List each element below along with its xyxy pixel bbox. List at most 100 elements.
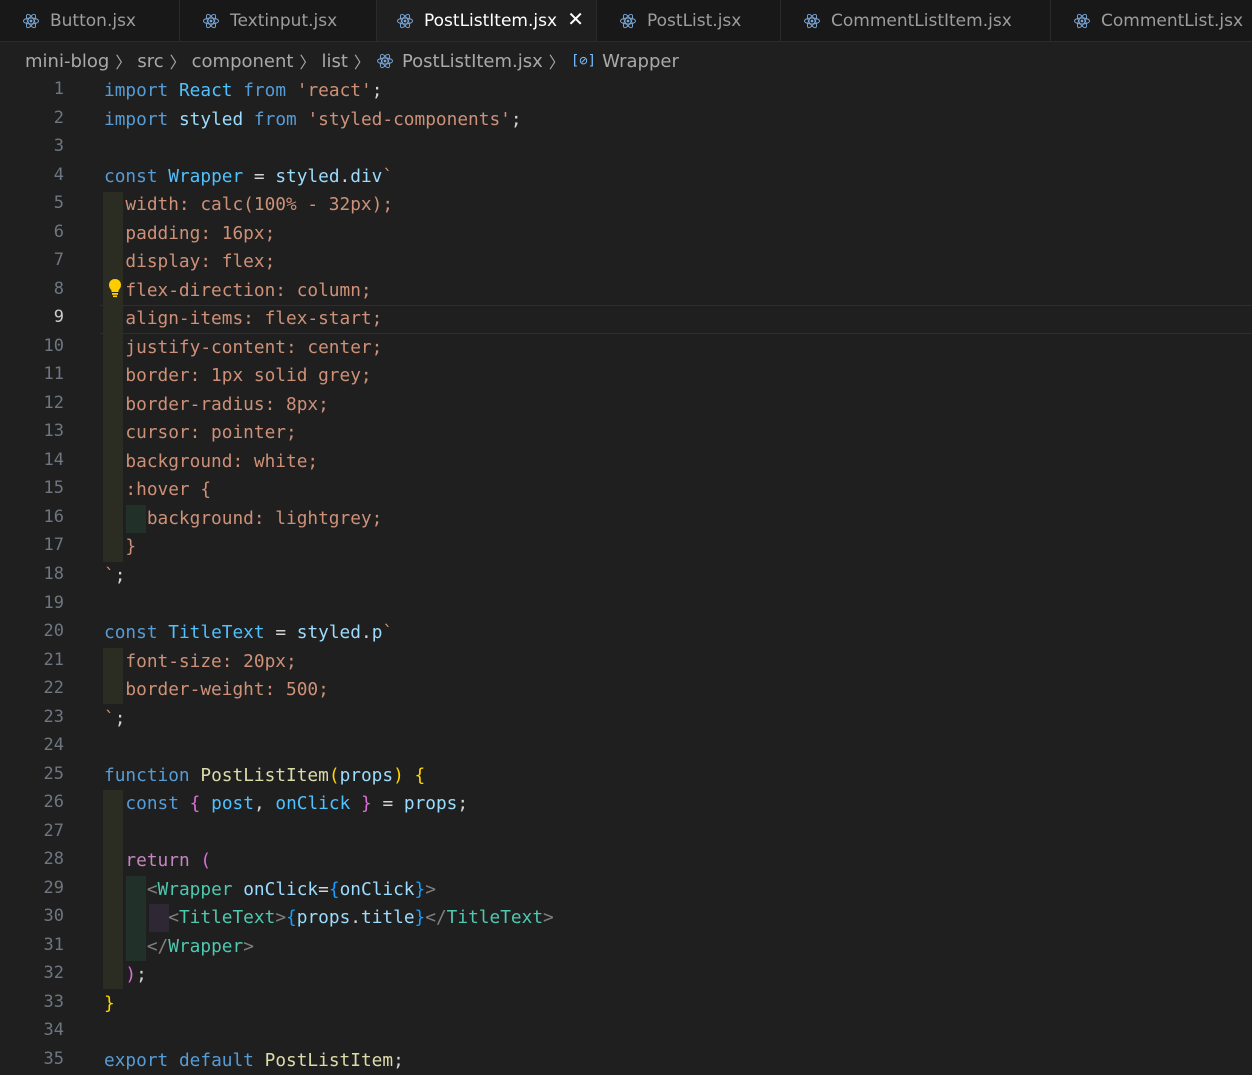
code-token: = [243,165,276,187]
breadcrumb-item-symbol[interactable]: Wrapper [602,51,679,72]
react-file-icon [620,13,636,28]
line-number: 2 [53,107,64,128]
breadcrumb-item-project[interactable]: mini-blog [25,51,109,72]
line-number: 20 [43,621,64,642]
code-token: ; [510,108,522,130]
line-number: 27 [43,820,64,841]
code-token: = [318,878,329,900]
code-line[interactable]: ); [104,961,147,989]
code-line[interactable]: <Wrapper onClick={onClick}> [104,876,436,904]
code-token: onClick [339,878,415,900]
code-token: border: 1px solid grey; [104,365,372,387]
code-line[interactable]: } [104,990,115,1018]
line-number: 35 [43,1049,64,1070]
code-line[interactable]: font-size: 20px; [104,648,296,676]
code-line[interactable]: align-items: flex-start; [104,305,382,333]
symbol-variable-icon: [⊘] [570,53,597,69]
tab-postlistitem-jsx[interactable]: PostListItem.jsx ✕ [377,0,597,41]
code-line[interactable]: border: 1px solid grey; [104,362,372,390]
code-token: ; [371,80,383,101]
chevron-right-icon: 〉 [353,53,370,72]
code-line[interactable]: :hover { [104,476,211,504]
code-line[interactable]: } [104,533,136,561]
line-number: 33 [43,991,64,1012]
code-line[interactable]: border-radius: 8px; [104,391,329,419]
code-line[interactable]: return ( [104,847,211,875]
code-token: border-radius: 8px; [104,393,329,415]
code-line[interactable]: `; [104,705,125,733]
tab-button-jsx[interactable]: Button.jsx [0,0,180,41]
line-number: 25 [43,763,64,784]
code-token: styled [275,165,340,187]
breadcrumb-item-component[interactable]: component [192,51,294,72]
react-file-icon [397,13,413,28]
code-line[interactable]: </Wrapper> [104,933,254,961]
code-editor[interactable]: 1 2 3 4 5 6 7 8 9 10 11 12 13 14 15 16 17 18 19 20 21 22 23 24 2… [0,77,1252,1075]
chevron-right-icon: 〉 [115,53,132,72]
code-token: styled [178,108,244,130]
code-token: { [286,907,297,929]
code-token: ` [104,565,115,586]
code-line[interactable]: const { post, onClick } = props; [104,790,468,818]
code-line[interactable]: cursor: pointer; [104,419,296,447]
react-file-icon [804,13,820,28]
code-token: post [211,793,254,815]
code-line[interactable]: background: lightgrey; [104,505,383,533]
tab-label: CommentListItem.jsx [831,10,1012,31]
line-number: 23 [43,706,64,727]
tab-textinput-jsx[interactable]: Textinput.jsx [180,0,377,41]
code-token: from [243,80,287,101]
react-file-icon [376,53,393,69]
code-line[interactable]: border-weight: 500; [104,676,328,704]
line-number: 34 [43,1020,64,1041]
breadcrumb-item-src[interactable]: src [137,51,163,72]
breadcrumb-item-file[interactable]: PostListItem.jsx [402,51,543,72]
code-line[interactable]: function PostListItem(props) { [104,762,425,790]
code-line[interactable]: display: flex; [104,248,275,276]
breadcrumb-item-list[interactable]: list [321,51,347,72]
tab-label: Button.jsx [50,10,136,31]
code-token: :hover { [104,479,212,501]
code-line[interactable]: const TitleText = styled.p` [104,619,393,647]
lightbulb-icon[interactable] [108,278,122,298]
tab-postlist-jsx[interactable]: PostList.jsx [597,0,781,41]
code-line[interactable]: justify-content: center; [104,334,382,362]
tab-commentlist-jsx[interactable]: CommentList.jsx [1051,0,1252,41]
line-number: 24 [43,735,64,756]
code-token: PostListItem [264,1050,394,1072]
code-line[interactable]: `; [104,562,125,590]
line-number: 1 [53,79,64,99]
code-line[interactable]: width: calc(100% - 32px); [104,191,393,219]
code-line[interactable]: import React from 'react'; [104,77,382,105]
code-token: 'react' [296,80,372,101]
line-number: 31 [43,934,64,955]
code-line[interactable]: <TitleText>{props.title}</TitleText> [104,904,554,932]
code-line[interactable]: export default PostListItem; [104,1047,404,1075]
close-icon[interactable]: ✕ [567,9,584,29]
code-line[interactable]: import styled from 'styled-components'; [104,106,522,134]
code-line[interactable]: const Wrapper = styled.div` [104,163,393,191]
code-token: background: white; [104,450,319,472]
code-token: padding: 16px; [104,222,276,244]
code-token: props [339,764,394,786]
tab-commentlistitem-jsx[interactable]: CommentListItem.jsx [781,0,1051,41]
code-line[interactable]: padding: 16px; [104,220,275,248]
line-number: 8 [53,278,64,299]
code-token: function [104,764,190,786]
code-token: Wrapper [168,935,244,957]
code-token: const [104,622,158,644]
line-number: 4 [53,164,64,185]
code-line[interactable]: flex-direction: column; [104,277,371,305]
code-line[interactable]: background: white; [104,448,318,476]
code-token: ; [136,964,147,986]
